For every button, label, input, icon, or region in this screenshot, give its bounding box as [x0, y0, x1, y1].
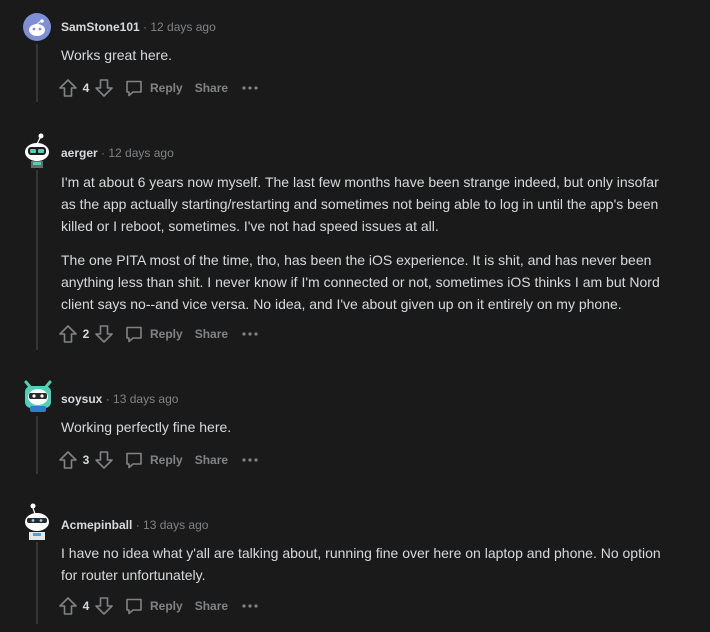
more-options-button[interactable]	[242, 86, 258, 90]
snoo-avatar-icon	[24, 380, 52, 412]
comment-paragraph: I'm at about 6 years now myself. The las…	[61, 174, 659, 234]
comment-paragraph: The one PITA most of the time, tho, has …	[61, 252, 660, 312]
comment-body: Working perfectly fine here.	[61, 416, 670, 438]
comment-actions: 3 Reply Share	[58, 448, 258, 472]
upvote-button[interactable]	[58, 324, 78, 344]
comment-body: I'm at about 6 years now myself. The las…	[61, 171, 670, 315]
vote-count: 3	[82, 453, 90, 467]
comment-age[interactable]: · 13 days ago	[106, 392, 179, 406]
downvote-button[interactable]	[94, 78, 114, 98]
downvote-button[interactable]	[94, 596, 114, 616]
comment-header: soysux · 13 days ago	[61, 392, 178, 406]
comment-header: SamStone101 · 12 days ago	[61, 20, 216, 34]
share-button[interactable]: Share	[195, 327, 228, 341]
snoo-avatar-icon	[23, 13, 51, 41]
avatar[interactable]	[23, 378, 52, 414]
upvote-button[interactable]	[58, 78, 78, 98]
share-button[interactable]: Share	[195, 599, 228, 613]
comment-age[interactable]: · 12 days ago	[101, 146, 174, 160]
author-name[interactable]: soysux	[61, 392, 102, 406]
vote-count: 2	[82, 327, 90, 341]
reply-label: Reply	[150, 327, 183, 341]
downvote-arrow-icon	[95, 597, 113, 615]
comment-paragraph: Working perfectly fine here.	[61, 419, 232, 435]
reply-label: Reply	[150, 453, 183, 467]
more-options-button[interactable]	[242, 458, 258, 462]
vote-count: 4	[82, 599, 90, 613]
more-options-button[interactable]	[242, 332, 258, 336]
reply-label: Reply	[150, 81, 183, 95]
comment-header: aerger · 12 days ago	[61, 146, 174, 160]
downvote-button[interactable]	[94, 450, 114, 470]
share-button[interactable]: Share	[195, 453, 228, 467]
reply-button[interactable]: Reply	[124, 596, 183, 616]
downvote-arrow-icon	[95, 451, 113, 469]
comment-paragraph: Works great here.	[61, 47, 173, 63]
comment-body: Works great here.	[61, 44, 670, 66]
snoo-avatar-icon	[25, 503, 49, 540]
comment-age[interactable]: · 13 days ago	[136, 518, 209, 532]
snoo-avatar-icon	[25, 133, 49, 168]
comment: Acmepinball · 13 days ago I have no idea…	[0, 498, 710, 632]
comment-bubble-icon	[126, 80, 142, 97]
comment: SamStone101 · 12 days ago Works great he…	[0, 0, 710, 110]
reply-button[interactable]: Reply	[124, 78, 183, 98]
thread-line[interactable]	[36, 44, 38, 102]
share-button[interactable]: Share	[195, 81, 228, 95]
upvote-button[interactable]	[58, 450, 78, 470]
downvote-arrow-icon	[95, 79, 113, 97]
comment-paragraph: I have no idea what y'all are talking ab…	[61, 545, 661, 583]
comment-age[interactable]: · 12 days ago	[143, 20, 216, 34]
avatar[interactable]	[23, 13, 51, 41]
comment-bubble-icon	[126, 452, 142, 469]
ellipsis-icon	[242, 458, 258, 462]
upvote-arrow-icon	[59, 325, 77, 343]
downvote-arrow-icon	[95, 325, 113, 343]
thread-line[interactable]	[36, 170, 38, 350]
comment-actions: 4 Reply Share	[58, 594, 258, 618]
reply-label: Reply	[150, 599, 183, 613]
author-name[interactable]: Acmepinball	[61, 518, 132, 532]
downvote-button[interactable]	[94, 324, 114, 344]
comment: soysux · 13 days ago Working perfectly f…	[0, 372, 710, 482]
thread-line[interactable]	[36, 416, 38, 474]
comment-body: I have no idea what y'all are talking ab…	[61, 542, 670, 586]
thread-line[interactable]	[36, 542, 38, 624]
reply-button[interactable]: Reply	[124, 450, 183, 470]
vote-count: 4	[82, 81, 90, 95]
upvote-arrow-icon	[59, 79, 77, 97]
ellipsis-icon	[242, 332, 258, 336]
comment-header: Acmepinball · 13 days ago	[61, 518, 208, 532]
comment: aerger · 12 days ago I'm at about 6 year…	[0, 126, 710, 356]
comment-actions: 2 Reply Share	[58, 322, 258, 346]
upvote-arrow-icon	[59, 597, 77, 615]
comment-bubble-icon	[126, 598, 142, 615]
author-name[interactable]: aerger	[61, 146, 98, 160]
comment-bubble-icon	[126, 326, 142, 343]
avatar[interactable]	[23, 502, 51, 542]
reply-button[interactable]: Reply	[124, 324, 183, 344]
comment-actions: 4 Reply Share	[58, 76, 258, 100]
ellipsis-icon	[242, 86, 258, 90]
upvote-button[interactable]	[58, 596, 78, 616]
upvote-arrow-icon	[59, 451, 77, 469]
more-options-button[interactable]	[242, 604, 258, 608]
author-name[interactable]: SamStone101	[61, 20, 140, 34]
avatar[interactable]	[23, 132, 51, 170]
ellipsis-icon	[242, 604, 258, 608]
